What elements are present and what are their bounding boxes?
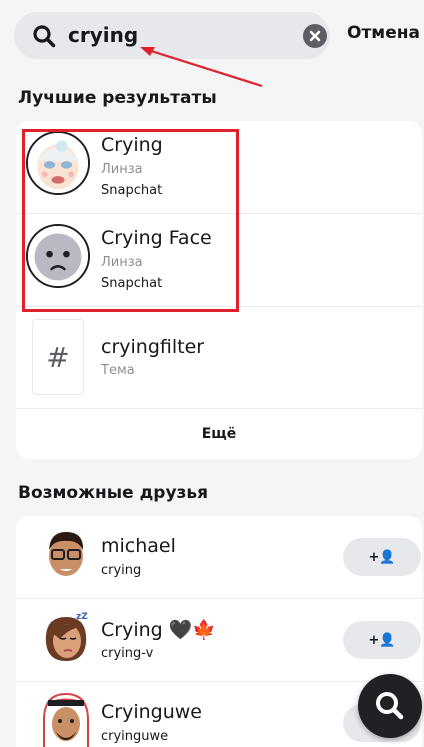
search-icon: [33, 25, 56, 48]
friend-row[interactable]: zZ Crying 🖤🍁 crying-v +👤: [16, 599, 422, 681]
add-friend-button[interactable]: +👤: [343, 538, 421, 576]
more-button[interactable]: Ещё: [16, 426, 422, 442]
hashtag-icon: #: [32, 319, 84, 395]
friend-username: cryinguwe: [101, 729, 169, 744]
add-friend-button[interactable]: +👤: [343, 621, 421, 659]
friend-username: crying-v: [101, 646, 154, 661]
search-input[interactable]: crying: [68, 23, 138, 47]
clear-search-button[interactable]: [303, 24, 327, 48]
add-friend-icon: +👤: [368, 632, 396, 648]
bitmoji-avatar: [49, 532, 84, 576]
result-title: cryingfilter: [101, 336, 205, 358]
svg-text:zZ: zZ: [76, 612, 88, 622]
divider: [16, 408, 422, 409]
friends-title: Возможные друзья: [18, 483, 209, 503]
best-results-title: Лучшие результаты: [18, 88, 217, 108]
bitmoji-avatar: zZ: [45, 612, 88, 661]
search-icon: [376, 692, 404, 720]
bitmoji-avatar: [43, 692, 89, 747]
friend-username: crying: [101, 563, 142, 578]
highlight-box: [22, 129, 239, 312]
add-friend-icon: +👤: [368, 549, 396, 565]
friend-name: Crying 🖤🍁: [101, 619, 217, 641]
close-icon: [309, 30, 321, 42]
floating-search-button[interactable]: [358, 674, 422, 738]
friend-name: michael: [101, 535, 176, 557]
friend-name: Cryinguwe: [101, 701, 202, 723]
cancel-button[interactable]: Отмена: [347, 23, 420, 43]
friend-row[interactable]: michael crying +👤: [16, 516, 422, 598]
result-item-cryingfilter[interactable]: # cryingfilter Тема: [16, 307, 422, 407]
result-type: Тема: [101, 363, 135, 378]
search-bar[interactable]: crying: [14, 12, 330, 59]
